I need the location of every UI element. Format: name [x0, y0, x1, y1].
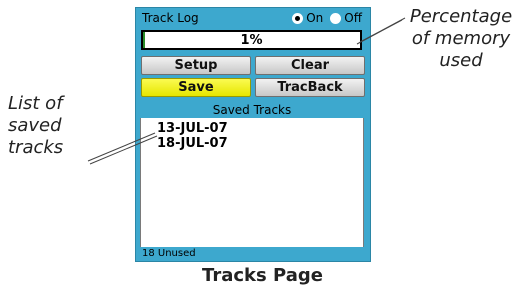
saved-track-item[interactable]: 13-JUL-07 [157, 121, 228, 136]
page-caption: Tracks Page [202, 265, 323, 286]
list-callout-line: List of [8, 93, 63, 114]
clear-button[interactable]: Clear [255, 56, 365, 75]
saved-track-item[interactable]: 18-JUL-07 [157, 136, 228, 151]
track-log-off-label: Off [344, 11, 362, 25]
memory-callout: Percentage of memory used [401, 6, 521, 72]
list-callout: List of saved tracks [8, 93, 82, 159]
memory-callout-line: used [439, 50, 483, 71]
track-log-on-label: On [306, 11, 324, 25]
save-button[interactable]: Save [141, 78, 251, 97]
tracback-button[interactable]: TracBack [255, 78, 365, 97]
list-callout-line: saved [8, 115, 62, 136]
radio-selected-icon [292, 12, 304, 24]
list-callout-line: tracks [8, 137, 64, 158]
setup-button[interactable]: Setup [141, 56, 251, 75]
track-log-header: Track Log On Off [142, 11, 364, 27]
track-log-title: Track Log [142, 11, 199, 25]
memory-callout-line: Percentage [409, 6, 513, 27]
memory-usage-bar: 1% [141, 30, 362, 50]
track-log-on-option[interactable]: On [292, 11, 323, 25]
saved-tracks-header: Saved Tracks [140, 102, 364, 118]
track-log-toggle[interactable]: On Off [285, 11, 362, 25]
memory-usage-percent: 1% [240, 33, 263, 48]
track-log-off-option[interactable]: Off [330, 11, 362, 25]
memory-callout-line: of memory [411, 28, 511, 49]
unused-count-status: 18 Unused [140, 247, 364, 260]
tracks-page-screen: Track Log On Off 1% Setup Clear Save Tra… [135, 7, 371, 262]
radio-unselected-icon [330, 12, 342, 24]
